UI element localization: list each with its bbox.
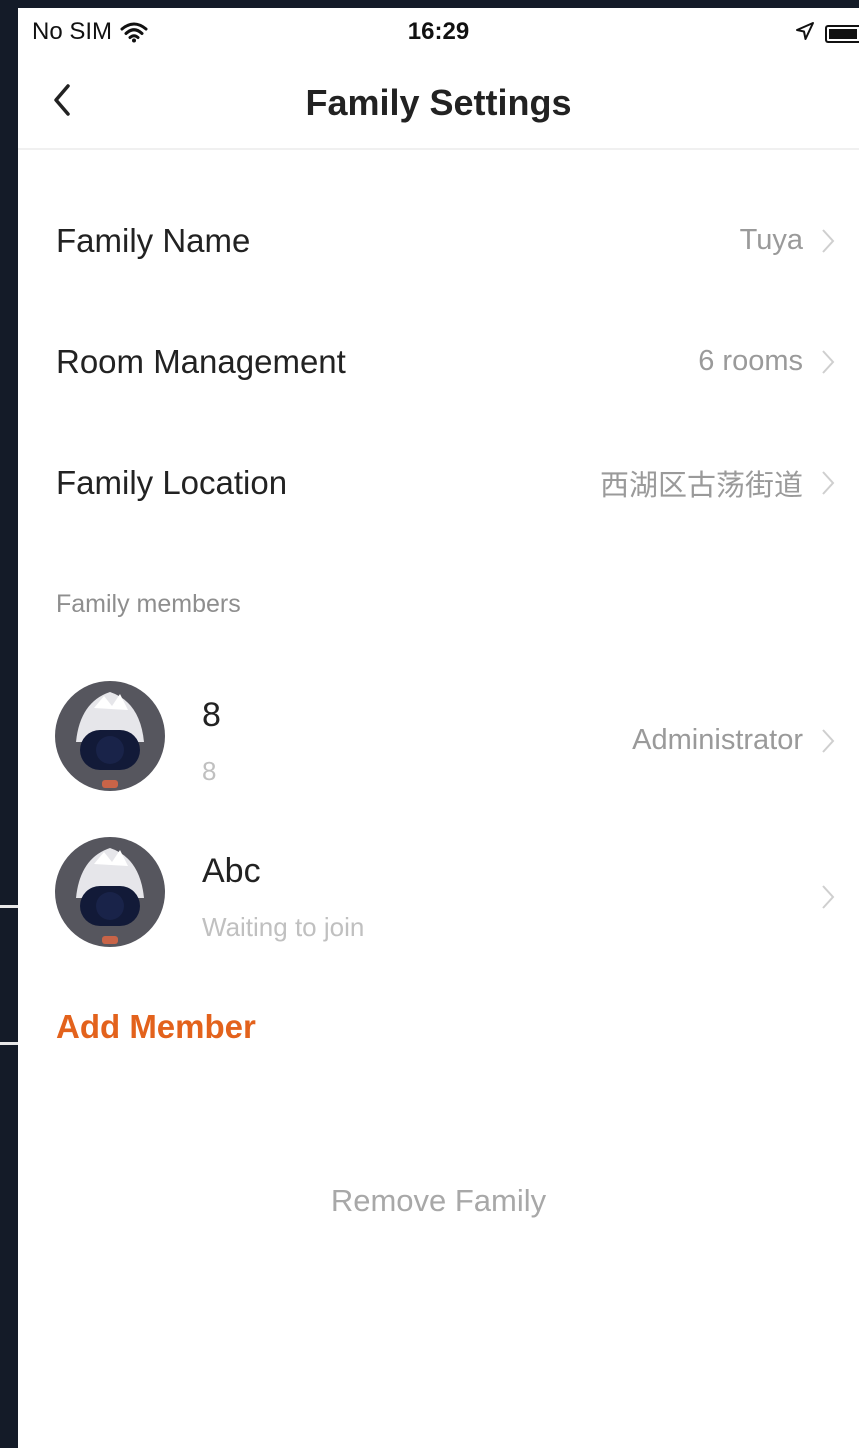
chevron-right-icon	[822, 470, 835, 495]
nav-bar: Family Settings	[18, 54, 859, 150]
member-row-pending[interactable]: Abc Waiting to join	[18, 820, 859, 976]
add-member-button[interactable]: Add Member	[56, 1008, 256, 1046]
status-right-group	[795, 20, 859, 48]
family-location-label: Family Location	[56, 463, 288, 501]
room-management-row[interactable]: Room Management 6 rooms	[18, 301, 859, 422]
member-role: Administrator	[632, 724, 803, 756]
frame-divider	[0, 1042, 18, 1045]
avatar-icon	[55, 681, 165, 791]
avatar-icon	[55, 837, 165, 947]
status-bar: No SIM 16:29	[18, 8, 859, 54]
frame-divider	[0, 905, 18, 908]
battery-icon	[825, 25, 859, 43]
settings-list: Family Name Tuya Room Management 6 rooms…	[18, 180, 859, 543]
member-subtitle: Waiting to join	[202, 912, 365, 942]
member-row-admin[interactable]: 8 8 Administrator	[18, 664, 859, 820]
family-location-value: 西湖区古荡街道	[599, 469, 803, 502]
members-list: 8 8 Administrator Abc Waiting to join	[18, 664, 859, 976]
chevron-right-icon	[822, 228, 835, 253]
device-frame-top	[0, 0, 859, 8]
phone-screen: No SIM 16:29 Family Settings Family Name…	[18, 8, 859, 1448]
family-members-header: Family members	[56, 590, 241, 618]
family-location-row[interactable]: Family Location 西湖区古荡街道	[18, 422, 859, 543]
page-title: Family Settings	[305, 82, 572, 123]
chevron-right-icon	[822, 349, 835, 374]
member-name: Abc	[202, 852, 261, 890]
member-subtitle: 8	[202, 756, 217, 786]
member-name: 8	[202, 696, 221, 734]
location-arrow-icon	[795, 20, 815, 48]
room-management-label: Room Management	[56, 342, 346, 380]
status-time: 16:29	[407, 18, 470, 45]
chevron-right-icon	[822, 729, 835, 753]
device-frame-left	[0, 0, 18, 1448]
family-name-label: Family Name	[56, 221, 251, 259]
family-name-value: Tuya	[739, 224, 803, 256]
remove-family-button[interactable]: Remove Family	[18, 1183, 859, 1219]
room-management-value: 6 rooms	[698, 345, 803, 377]
chevron-right-icon	[822, 885, 835, 909]
family-name-row[interactable]: Family Name Tuya	[18, 180, 859, 301]
